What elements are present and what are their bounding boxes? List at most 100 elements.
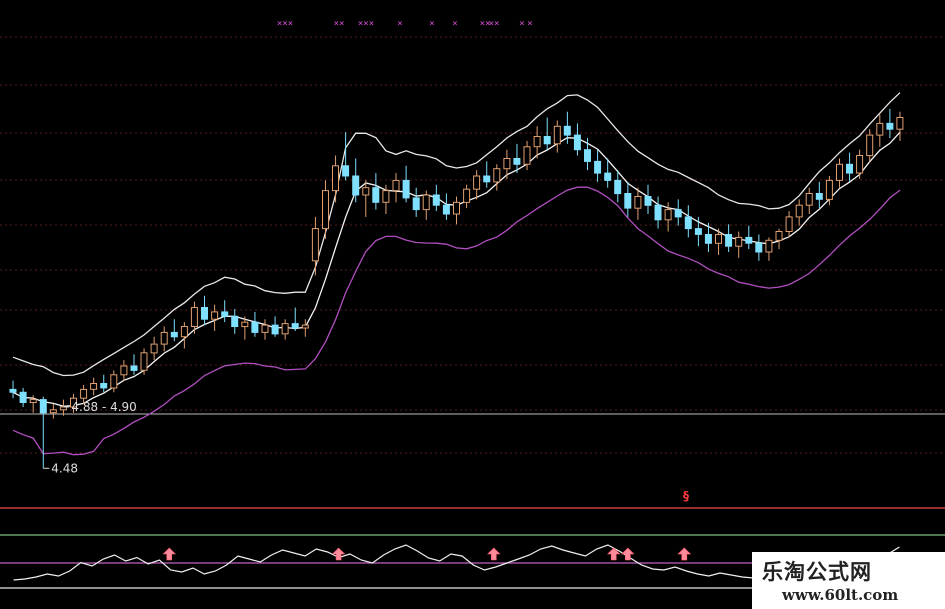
candle-body <box>704 234 712 244</box>
candle-body <box>725 234 733 247</box>
candle-body <box>503 158 511 170</box>
candle-body <box>110 374 118 389</box>
lower-band-line <box>12 186 901 456</box>
candle-body <box>342 165 350 177</box>
candle-body <box>614 179 622 195</box>
candle-body <box>493 168 501 183</box>
candle-body <box>271 324 279 335</box>
candle-body <box>634 196 642 209</box>
candle-body <box>775 231 783 241</box>
candle-body <box>120 365 128 376</box>
candle-body <box>402 179 410 199</box>
candle-body <box>221 311 229 317</box>
candle-body <box>29 399 37 404</box>
candle-body <box>160 331 168 345</box>
upper-band-line <box>12 92 901 377</box>
watermark-logo: 乐淘公式网 www.60lt.com <box>752 552 945 609</box>
envelope-lines <box>12 92 901 456</box>
candle-body <box>715 234 722 244</box>
candle-body <box>513 158 521 165</box>
candle-body <box>463 188 471 203</box>
candle-body <box>251 321 259 333</box>
candle-body <box>573 134 581 151</box>
candle-body <box>755 242 763 253</box>
candle-body <box>372 187 380 203</box>
candle-body <box>694 228 702 235</box>
candle-body <box>644 196 652 206</box>
candle-body <box>9 388 17 393</box>
buy-arrow-icon <box>487 547 501 561</box>
candle-body <box>523 146 531 165</box>
candle-body <box>483 175 491 183</box>
candle-body <box>49 409 57 414</box>
candle-body <box>825 179 833 200</box>
candle-body <box>281 323 289 335</box>
price-label: 4.48 <box>51 461 78 475</box>
candle-body <box>231 315 239 327</box>
top-marker: × <box>519 19 524 29</box>
candle-body <box>594 160 602 174</box>
candle-body <box>170 331 178 338</box>
candle-body <box>453 201 460 215</box>
candle-body <box>442 204 450 215</box>
top-marker-row: ××× ×× ××× × × × ×× ××× × <box>277 19 533 29</box>
candle-body <box>684 216 692 230</box>
candle-body <box>876 122 884 136</box>
candle-body <box>90 383 98 390</box>
candle-body <box>815 193 823 200</box>
candle-body <box>836 163 843 181</box>
candle-body <box>664 209 672 221</box>
candle-body <box>846 163 853 174</box>
candle-body <box>765 239 773 253</box>
candle-body <box>624 193 632 209</box>
candle-body <box>412 197 420 211</box>
candle-body <box>190 307 198 327</box>
candle-body <box>201 307 208 320</box>
candle-body <box>39 399 47 414</box>
price-grid <box>0 36 945 454</box>
candle-body <box>866 134 874 157</box>
price-label: 4.88 - 4.90 <box>71 400 136 414</box>
top-marker: × <box>429 19 434 29</box>
candle-body <box>795 204 803 218</box>
candle-body <box>896 117 904 130</box>
candle-body <box>150 343 158 354</box>
candle-body <box>563 125 571 136</box>
top-marker: × <box>452 19 457 29</box>
top-marker: × <box>397 19 402 29</box>
candle-body <box>805 193 813 206</box>
candle-body <box>80 388 88 399</box>
candle-body <box>301 324 309 329</box>
candle-body <box>533 136 541 148</box>
candle-body <box>856 155 864 174</box>
candle-body <box>211 311 219 320</box>
buy-arrow-icon <box>621 547 635 561</box>
candle-body <box>432 194 440 206</box>
top-marker: ××× <box>277 19 293 29</box>
candle-body <box>19 391 27 403</box>
candle-body <box>674 209 682 218</box>
candle-body <box>362 187 370 196</box>
candle-body <box>382 190 390 203</box>
candle-body <box>180 326 188 338</box>
candle-body <box>604 172 612 181</box>
top-marker: ××× <box>358 19 374 29</box>
candle-body <box>886 122 894 130</box>
candle-body <box>241 321 249 328</box>
top-marker: ×× <box>489 19 500 29</box>
top-marker: × <box>527 19 532 29</box>
candle-body <box>584 149 591 162</box>
candle-body <box>735 236 743 247</box>
candle-body <box>352 175 360 196</box>
buy-arrow-icon <box>677 547 692 561</box>
stock-chart: ××× ×× ××× × × × ×× ××× × 4.88 - 4.904.48 § <box>0 19 945 589</box>
price-labels: 4.88 - 4.90 4.48 <box>43 400 137 475</box>
alert-mark: § <box>683 489 689 503</box>
buy-arrow-icon <box>331 547 346 561</box>
candle-body <box>130 365 138 371</box>
candle-body <box>422 194 430 211</box>
candle-body <box>745 236 753 244</box>
candle-body <box>311 228 319 262</box>
candle-body <box>553 125 561 145</box>
watermark-url: www.60lt.com <box>782 586 899 604</box>
